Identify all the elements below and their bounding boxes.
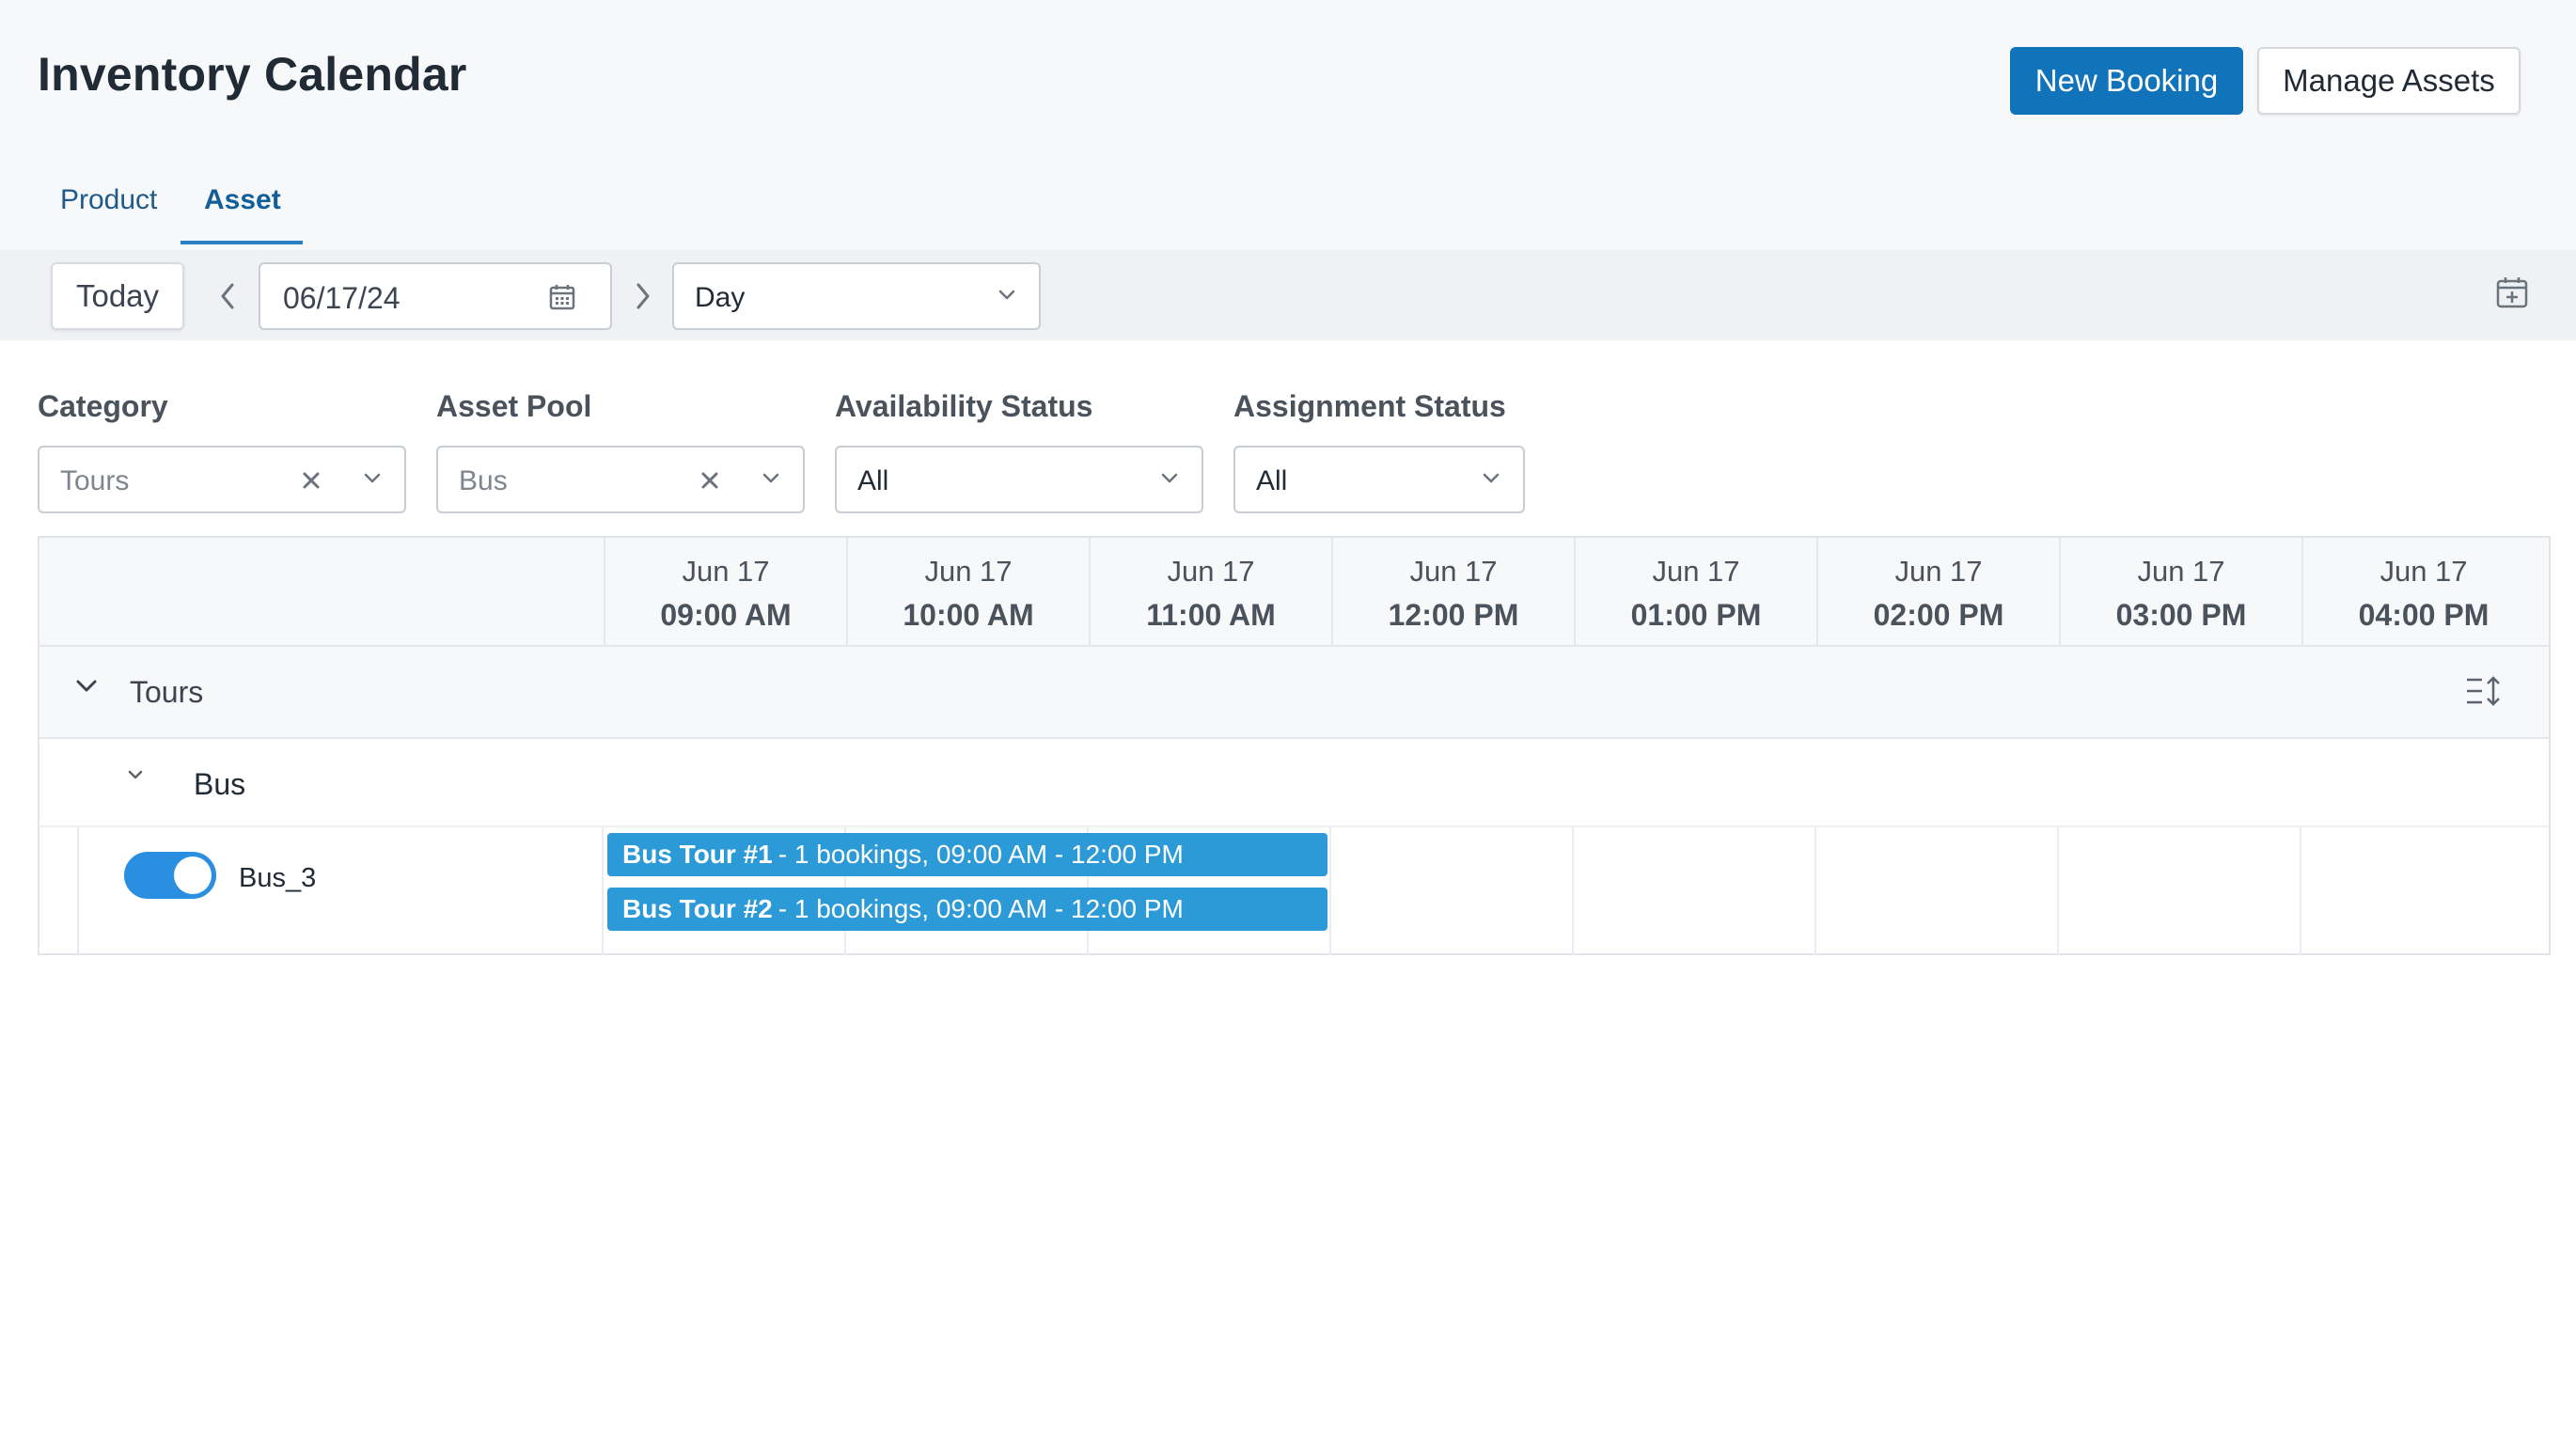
column-date: Jun 17 [1894,555,1983,588]
asset-pool-group-row[interactable]: Bus [39,739,2549,827]
availability-status-select-value: All [857,465,889,496]
booking-name: Bus Tour #1 [622,840,773,869]
category-filter-label: Category [38,389,168,423]
active-tab-indicator [181,241,303,244]
tab-product[interactable]: Product [60,184,157,216]
availability-status-select[interactable]: All [835,446,1203,513]
chevron-down-icon [1160,472,1179,490]
category-group-row[interactable]: Tours [39,647,2549,739]
column-time: 03:00 PM [2115,598,2247,632]
category-select[interactable]: Tours [38,446,406,513]
calendar-icon[interactable] [548,283,576,316]
column-date: Jun 17 [924,555,1013,588]
manage-assets-button[interactable]: Manage Assets [2257,47,2521,115]
chevron-down-icon [363,472,382,490]
column-header: Jun 17 02:00 PM [1816,538,2059,645]
clear-asset-pool-icon[interactable] [699,470,720,495]
chevron-right-icon [636,283,650,309]
column-date: Jun 17 [682,555,770,588]
previous-day-button[interactable] [209,275,246,318]
asset-pool-group-label: Bus [194,767,246,801]
column-time: 09:00 AM [660,598,792,632]
inventory-calendar-grid: Jun 17 09:00 AM Jun 17 10:00 AM Jun 17 1… [38,536,2551,955]
asset-name: Bus_3 [239,863,317,893]
today-button[interactable]: Today [51,262,184,330]
sort-icon[interactable] [2465,675,2503,712]
column-time: 02:00 PM [1873,598,2004,632]
column-header: Jun 17 10:00 AM [846,538,1089,645]
view-select-value: Day [695,282,746,313]
column-date: Jun 17 [1167,555,1255,588]
category-select-value: Tours [60,465,130,496]
next-day-button[interactable] [624,275,662,318]
assignment-status-select[interactable]: All [1233,446,1525,513]
column-time: 10:00 AM [903,598,1034,632]
chevron-left-icon [221,283,234,309]
view-select[interactable]: Day [672,262,1041,330]
column-header: Jun 17 01:00 PM [1574,538,1816,645]
category-group-label: Tours [130,675,204,709]
asset-enabled-toggle[interactable] [124,852,216,899]
column-time: 01:00 PM [1630,598,1762,632]
assignment-status-select-value: All [1256,465,1288,496]
column-header: Jun 17 09:00 AM [604,538,846,645]
date-field[interactable]: 06/17/24 [259,262,612,330]
column-time: 11:00 AM [1146,598,1276,632]
chevron-down-icon [1482,472,1500,490]
column-date: Jun 17 [1409,555,1498,588]
column-date: Jun 17 [1652,555,1740,588]
chevron-down-icon[interactable] [75,679,98,699]
booking-detail: - 1 bookings, 09:00 AM - 12:00 PM [778,894,1184,923]
booking-block[interactable]: Bus Tour #2 - 1 bookings, 09:00 AM - 12:… [607,888,1327,931]
booking-name: Bus Tour #2 [622,894,773,923]
assignment-status-filter-label: Assignment Status [1233,389,1506,423]
add-calendar-icon[interactable] [2495,275,2529,314]
booking-detail: - 1 bookings, 09:00 AM - 12:00 PM [778,840,1184,869]
calendar-header-row: Jun 17 09:00 AM Jun 17 10:00 AM Jun 17 1… [39,538,2549,647]
page-title: Inventory Calendar [38,48,467,101]
chevron-down-icon [997,289,1016,306]
column-header: Jun 17 04:00 PM [2301,538,2544,645]
chevron-down-icon[interactable] [126,769,145,787]
toggle-knob [174,857,212,894]
asset-pool-select[interactable]: Bus [436,446,805,513]
clear-category-icon[interactable] [301,470,322,495]
asset-pool-select-value: Bus [459,465,508,496]
column-time: 04:00 PM [2358,598,2490,632]
tab-asset[interactable]: Asset [204,184,281,216]
column-header: Jun 17 12:00 PM [1331,538,1574,645]
chevron-down-icon [762,472,780,490]
column-date: Jun 17 [2380,555,2468,588]
column-date: Jun 17 [2137,555,2225,588]
column-header: Jun 17 03:00 PM [2059,538,2301,645]
availability-status-filter-label: Availability Status [835,389,1093,423]
new-booking-button[interactable]: New Booking [2010,47,2243,115]
page-header [0,0,2576,250]
row-indent-line [77,827,79,955]
booking-block[interactable]: Bus Tour #1 - 1 bookings, 09:00 AM - 12:… [607,833,1327,876]
column-time: 12:00 PM [1388,598,1519,632]
asset-pool-filter-label: Asset Pool [436,389,592,423]
column-header: Jun 17 11:00 AM [1089,538,1331,645]
date-field-value: 06/17/24 [283,281,401,315]
